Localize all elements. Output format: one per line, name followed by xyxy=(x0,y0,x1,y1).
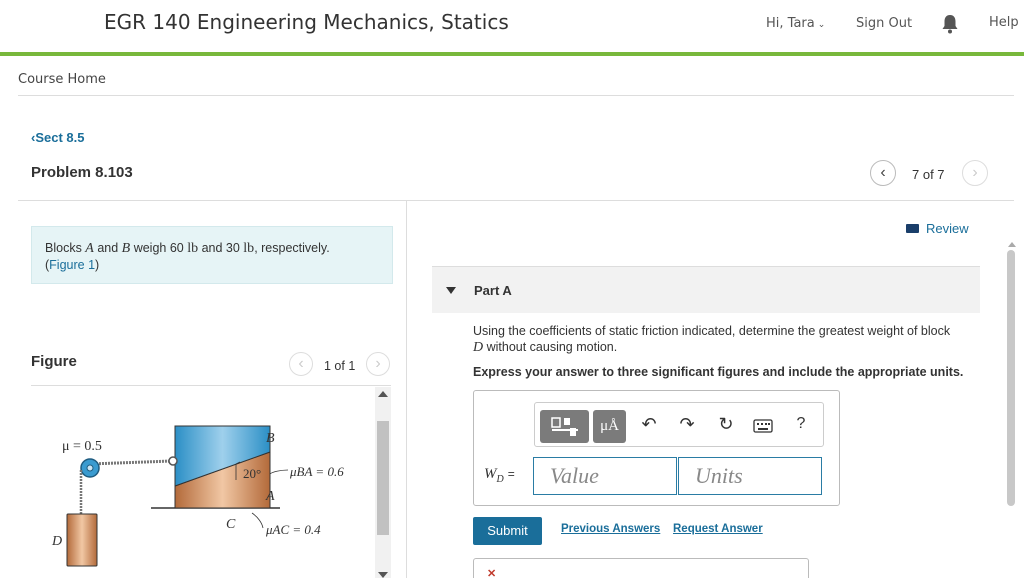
question-text: Using the coefficients of static frictio… xyxy=(473,323,983,356)
top-header: EGR 140 Engineering Mechanics, Statics H… xyxy=(0,0,1024,52)
chevron-left-icon: ‹ xyxy=(880,164,886,181)
angle-label: 20° xyxy=(243,466,261,481)
divider xyxy=(31,385,391,386)
submit-button[interactable]: Submit xyxy=(473,517,542,545)
statement-text: weigh 60 xyxy=(130,241,188,255)
question-line: without causing motion. xyxy=(483,340,618,354)
block-b-symbol: B xyxy=(121,241,131,256)
statement-text: Blocks xyxy=(45,241,86,255)
collapse-caret-icon[interactable] xyxy=(446,287,456,294)
back-link-label: Sect 8.5 xyxy=(35,130,85,145)
undo-icon[interactable]: ↶ xyxy=(638,414,660,435)
part-title: Part A xyxy=(474,283,512,298)
page-scrollbar-thumb[interactable] xyxy=(1007,250,1015,506)
header-accent-bar xyxy=(0,52,1024,56)
units-input[interactable] xyxy=(678,457,822,495)
templates-icon xyxy=(550,417,578,436)
leader-line xyxy=(251,512,264,529)
mu-ac-label: μAC = 0.4 xyxy=(265,522,321,537)
problem-figure: μ = 0.5 B A C D 20° μBA = 0.6 μAC = 0.4 xyxy=(51,425,344,567)
incorrect-icon: ✕ xyxy=(487,568,497,578)
keyboard-icon[interactable] xyxy=(753,419,773,433)
chevron-right-icon: › xyxy=(972,164,978,181)
math-toolbar: μÅ ↶ ↷ ↻ ? xyxy=(534,402,824,447)
greeting-label: Hi, Tara xyxy=(766,16,815,31)
pane-divider[interactable] xyxy=(406,201,407,578)
request-answer-link[interactable]: Request Answer xyxy=(673,523,763,535)
figure-scrollbar-thumb[interactable] xyxy=(377,421,389,535)
divider xyxy=(18,200,1014,201)
review-link[interactable]: Review xyxy=(906,221,969,236)
leader-line xyxy=(269,469,289,475)
help-icon[interactable]: ? xyxy=(790,415,812,433)
previous-figure-button[interactable]: ‹ xyxy=(289,352,313,376)
chevron-right-icon: › xyxy=(375,355,381,372)
block-b-label: B xyxy=(266,431,275,446)
rope xyxy=(89,459,173,466)
rope-hook xyxy=(168,456,178,466)
user-menu[interactable]: Hi, Tara ⌄ xyxy=(766,16,825,31)
unit-text: lb xyxy=(187,241,199,256)
point-c-label: C xyxy=(226,517,236,532)
redo-icon[interactable]: ↷ xyxy=(676,414,698,435)
unit-text: lb xyxy=(243,241,255,256)
scroll-down-icon[interactable] xyxy=(378,572,388,578)
block-a-symbol: A xyxy=(85,241,94,256)
problem-page-count: 7 of 7 xyxy=(912,167,945,182)
answer-variable-label: WD = xyxy=(484,466,515,485)
feedback-box xyxy=(473,558,809,578)
next-figure-button[interactable]: › xyxy=(366,352,390,376)
book-icon xyxy=(906,224,919,233)
chevron-left-icon: ‹ xyxy=(298,355,304,372)
statement-text: , respectively. xyxy=(254,241,330,255)
value-input[interactable] xyxy=(533,457,677,495)
equals-sign: = xyxy=(507,467,515,481)
bell-icon[interactable] xyxy=(941,14,959,34)
divider xyxy=(18,95,1014,96)
units-symbols-button[interactable]: μÅ xyxy=(593,410,626,443)
figure-link[interactable]: Figure 1 xyxy=(49,258,95,272)
breadcrumb[interactable]: Course Home xyxy=(18,72,106,87)
course-title[interactable]: EGR 140 Engineering Mechanics, Statics xyxy=(104,10,509,34)
block-d-symbol: D xyxy=(473,340,484,355)
mu-pulley-label: μ = 0.5 xyxy=(62,439,102,454)
figure-heading: Figure xyxy=(31,353,77,370)
sign-out-link[interactable]: Sign Out xyxy=(856,16,912,31)
block-a-label: A xyxy=(265,489,275,504)
help-link[interactable]: Help xyxy=(989,15,1019,30)
statement-text: and 30 xyxy=(198,241,244,255)
block-d-label: D xyxy=(51,534,62,549)
back-to-section-link[interactable]: ‹Sect 8.5 xyxy=(31,130,85,145)
statement-text: and xyxy=(93,241,122,255)
answer-instruction: Express your answer to three significant… xyxy=(473,365,964,379)
scroll-up-icon[interactable] xyxy=(1008,242,1016,247)
variable-w: W xyxy=(484,466,497,482)
chevron-down-icon: ⌄ xyxy=(817,20,826,30)
problem-statement: Blocks A and B weigh 60 lb and 30 lb, re… xyxy=(31,226,393,284)
mu-ba-label: μBA = 0.6 xyxy=(289,464,344,479)
block-d-shape xyxy=(66,513,98,567)
templates-button[interactable] xyxy=(540,410,589,443)
pulley-hub xyxy=(86,464,94,472)
statement-text: ) xyxy=(95,258,100,272)
reset-icon[interactable]: ↻ xyxy=(715,414,737,435)
next-problem-button[interactable]: › xyxy=(962,160,988,186)
review-label: Review xyxy=(926,221,969,236)
part-header[interactable] xyxy=(432,266,980,313)
problem-title: Problem 8.103 xyxy=(31,164,133,181)
scroll-up-icon[interactable] xyxy=(378,391,388,397)
figure-page-count: 1 of 1 xyxy=(324,359,356,373)
question-line: Using the coefficients of static frictio… xyxy=(473,324,951,338)
previous-problem-button[interactable]: ‹ xyxy=(870,160,896,186)
variable-subscript: D xyxy=(496,474,504,485)
previous-answers-link[interactable]: Previous Answers xyxy=(561,523,660,535)
